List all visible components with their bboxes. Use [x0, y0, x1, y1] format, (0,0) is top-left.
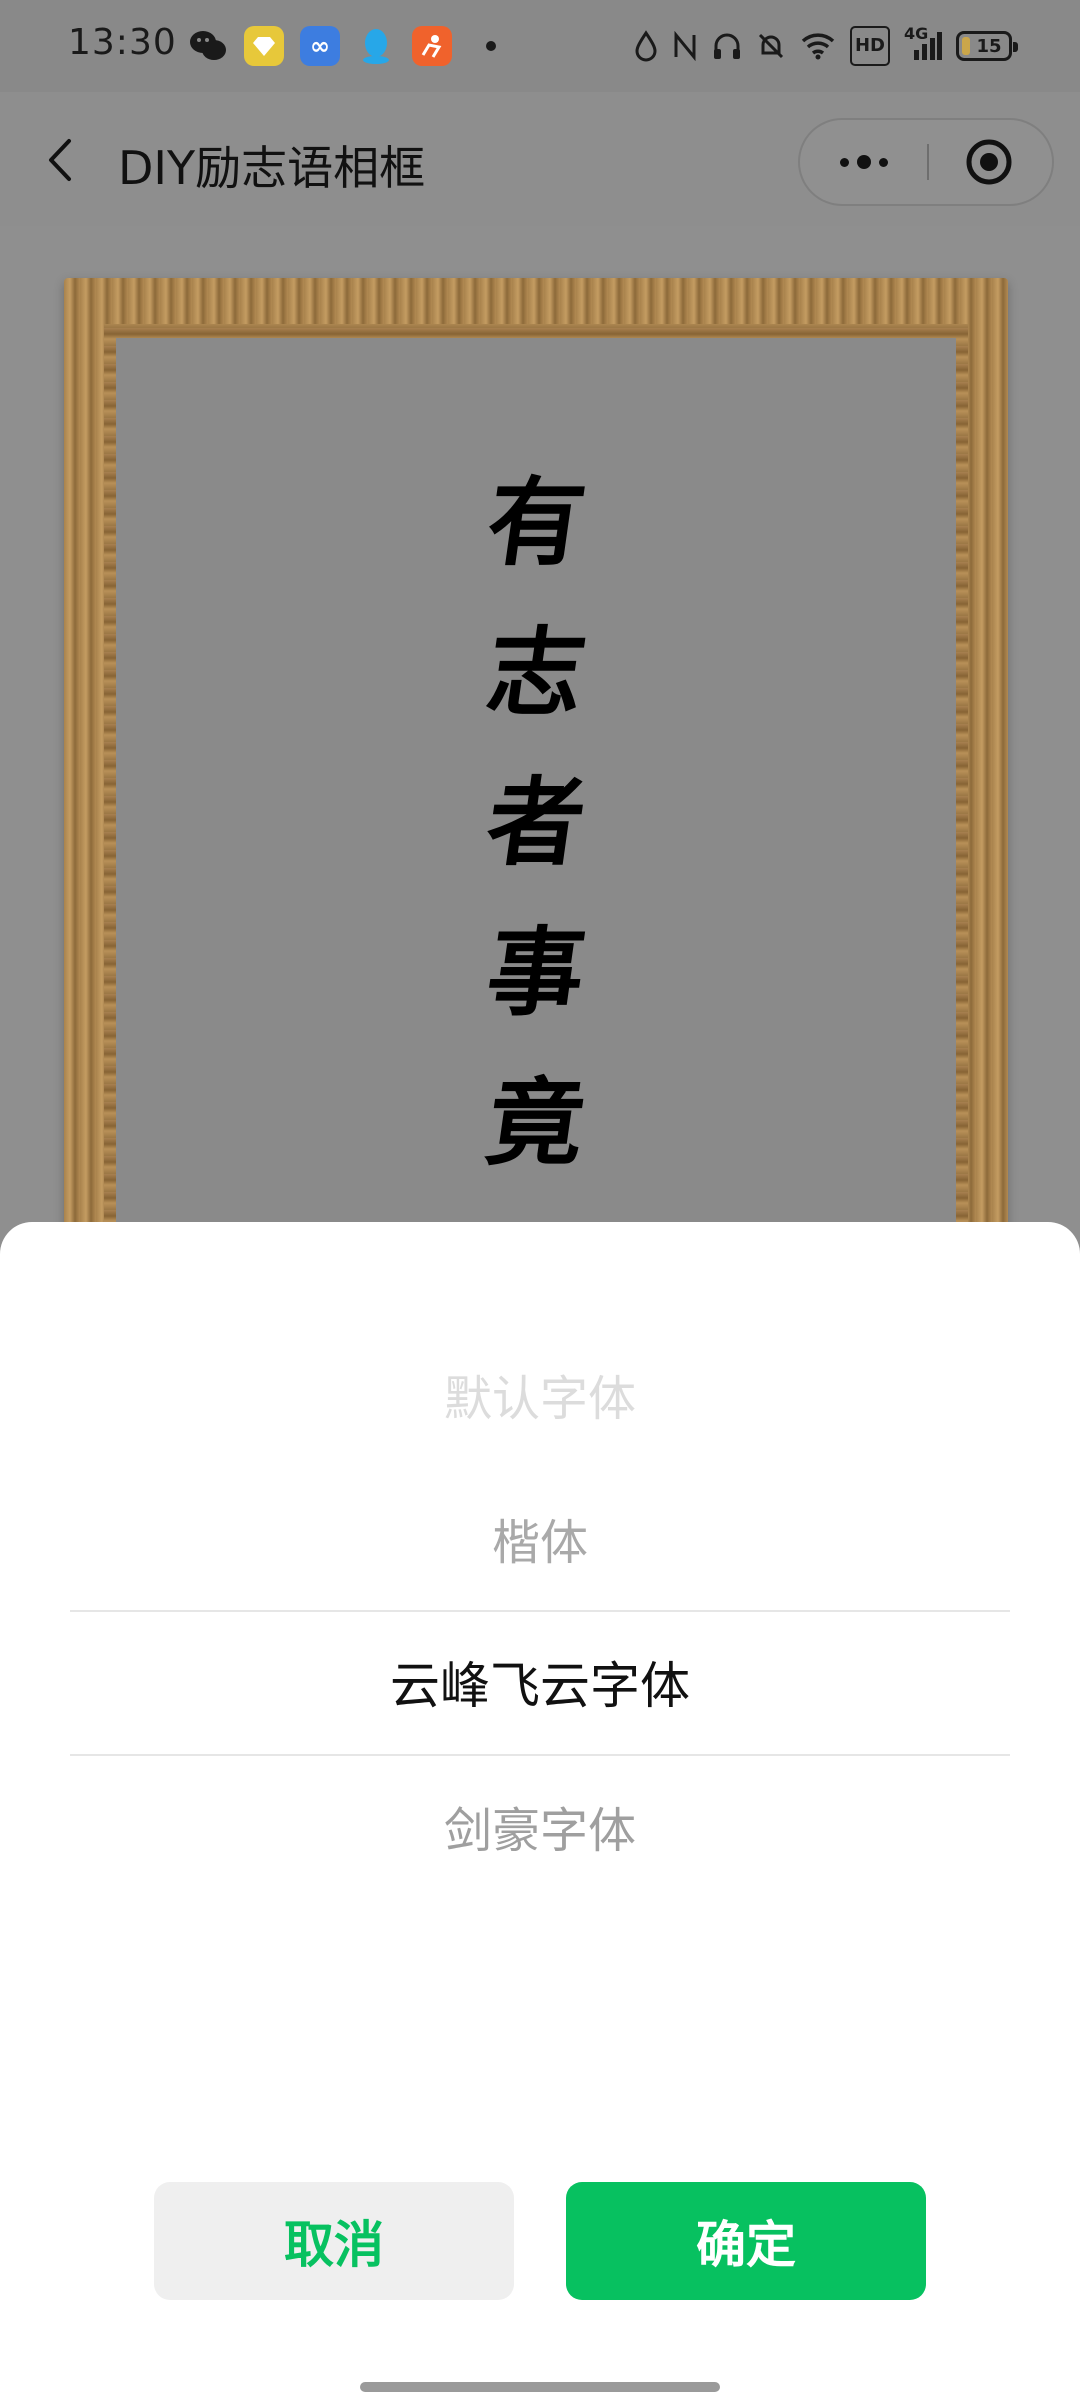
- target-close-icon: [966, 139, 1012, 185]
- motto-char: 竟: [480, 1066, 593, 1179]
- more-notifications-icon: [486, 41, 496, 51]
- nav-bar: DIY励志语相框: [0, 92, 1080, 226]
- cancel-button[interactable]: 取消: [154, 2182, 514, 2300]
- confirm-button[interactable]: 确定: [566, 2182, 926, 2300]
- notification-icons: ∞: [188, 26, 496, 66]
- drop-icon: [634, 26, 658, 66]
- qq-icon: [356, 26, 396, 66]
- battery-level: 15: [976, 35, 1002, 57]
- battery-icon: 15: [956, 31, 1018, 61]
- picker-option[interactable]: 楷体: [0, 1466, 1080, 1610]
- close-mini-program-button[interactable]: [926, 120, 1052, 204]
- font-picker-sheet: 默认字体 楷体 云峰飞云字体 剑豪字体 取消 确定: [0, 1222, 1080, 2400]
- wifi-icon: [800, 26, 836, 66]
- wechat-icon: [188, 26, 228, 66]
- motto-char: 事: [480, 916, 593, 1029]
- hd-icon: HD: [849, 26, 890, 66]
- headphones-icon: [712, 26, 742, 66]
- screen: 13:30 ∞ HD 4G 15 DIY励志语相框 有 志 者 事 竟 默认字体…: [0, 0, 1080, 2400]
- nfc-icon: [672, 26, 698, 66]
- signal-icon: 4G: [904, 24, 942, 66]
- home-indicator[interactable]: [360, 2382, 720, 2392]
- mini-program-capsule: [798, 118, 1054, 206]
- more-button[interactable]: [800, 120, 928, 204]
- orange-app-icon: [412, 26, 452, 66]
- status-time: 13:30: [68, 22, 177, 63]
- motto-char: 有: [480, 466, 593, 579]
- status-bar: 13:30 ∞ HD 4G 15: [0, 0, 1080, 92]
- motto-char: 者: [480, 766, 593, 879]
- system-icons: HD 4G 15: [634, 24, 1018, 66]
- mute-bell-icon: [756, 26, 786, 66]
- back-arrow-icon: [49, 139, 71, 181]
- picker-option-selected[interactable]: 云峰飞云字体: [0, 1610, 1080, 1754]
- motto-char: 志: [480, 616, 593, 729]
- picker-option[interactable]: 默认字体: [0, 1322, 1080, 1466]
- back-button[interactable]: [36, 130, 84, 190]
- network-type: 4G: [904, 24, 929, 43]
- picker-option[interactable]: 剑豪字体: [0, 1754, 1080, 1898]
- page-title: DIY励志语相框: [118, 141, 426, 195]
- yellow-app-icon: [244, 26, 284, 66]
- font-picker[interactable]: 默认字体 楷体 云峰飞云字体 剑豪字体: [0, 1322, 1080, 1902]
- motto-text: 有 志 者 事 竟 成: [116, 448, 956, 1348]
- infinity-app-icon: ∞: [300, 26, 340, 66]
